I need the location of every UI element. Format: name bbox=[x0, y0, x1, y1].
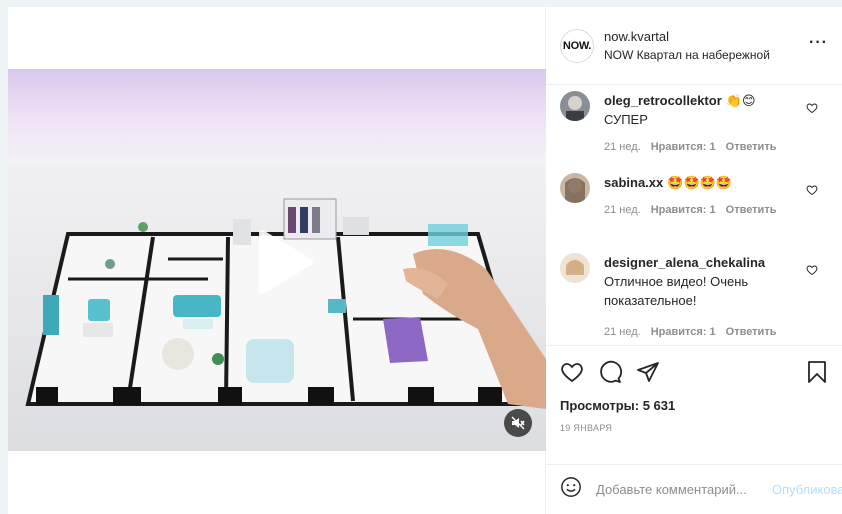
emoji-button[interactable] bbox=[560, 476, 582, 503]
account-avatar-logo: NOW. bbox=[562, 39, 592, 52]
avatar-photo bbox=[560, 253, 590, 283]
post-frame: NOW. now.kvartal NOW Квартал на набережн… bbox=[8, 7, 842, 514]
comment-body: sabina.xx 🤩🤩🤩🤩 21 нед. Нравится: 1 Ответить bbox=[604, 173, 794, 216]
account-info: now.kvartal NOW Квартал на набережной bbox=[604, 29, 809, 62]
share-button[interactable] bbox=[636, 360, 660, 389]
avatar-photo bbox=[560, 173, 590, 203]
comment-like-button[interactable] bbox=[806, 101, 818, 119]
comment-line: oleg_retrocollektor 👏😊СУПЕР bbox=[604, 91, 794, 129]
comment-item: designer_alena_chekalina Отличное видео! … bbox=[560, 253, 832, 338]
mute-toggle-button[interactable] bbox=[504, 409, 532, 437]
views-count[interactable]: Просмотры: 5 631 bbox=[560, 398, 828, 413]
comments-list[interactable]: oleg_retrocollektor 👏😊СУПЕР 21 нед. Нравит… bbox=[546, 85, 842, 343]
comment-age[interactable]: 21 нед. bbox=[604, 204, 641, 216]
play-button[interactable] bbox=[254, 227, 316, 297]
post-location-link[interactable]: NOW Квартал на набережной bbox=[604, 48, 809, 62]
comment-reply-button[interactable]: Ответить bbox=[726, 141, 777, 153]
smiley-icon bbox=[561, 477, 581, 497]
action-icons-row bbox=[560, 360, 828, 388]
post-header: NOW. now.kvartal NOW Квартал на набережн… bbox=[546, 7, 842, 85]
comment-item: oleg_retrocollektor 👏😊СУПЕР 21 нед. Нравит… bbox=[560, 91, 832, 153]
comment-meta: 21 нед. Нравится: 1 Ответить bbox=[604, 204, 794, 216]
like-button[interactable] bbox=[560, 360, 584, 389]
media-panel bbox=[8, 7, 546, 514]
comment-username-link[interactable]: sabina.xx bbox=[604, 175, 663, 190]
comment-avatar[interactable] bbox=[560, 253, 590, 283]
comment-reply-button[interactable]: Ответить bbox=[726, 204, 777, 216]
publish-button[interactable]: Опубликовать bbox=[772, 482, 842, 497]
bookmark-icon bbox=[808, 360, 826, 383]
comment-age[interactable]: 21 нед. bbox=[604, 326, 641, 338]
comment-like-button[interactable] bbox=[806, 263, 818, 281]
comment-input[interactable] bbox=[596, 482, 772, 497]
comment-item: sabina.xx 🤩🤩🤩🤩 21 нед. Нравится: 1 Ответить bbox=[560, 173, 832, 216]
comment-text: Отличное видео! Очень показательное! bbox=[604, 274, 749, 308]
comment-meta: 21 нед. Нравится: 1 Ответить bbox=[604, 326, 794, 338]
heart-icon bbox=[806, 103, 818, 114]
comment-line: designer_alena_chekalina Отличное видео! … bbox=[604, 253, 794, 310]
comment-body: designer_alena_chekalina Отличное видео! … bbox=[604, 253, 794, 338]
comment-like-button[interactable] bbox=[806, 183, 818, 201]
comment-likes-button[interactable]: Нравится: 1 bbox=[651, 326, 716, 338]
play-icon bbox=[259, 230, 313, 294]
comment-reply-button[interactable]: Ответить bbox=[726, 326, 777, 338]
comment-age[interactable]: 21 нед. bbox=[604, 141, 641, 153]
heart-icon bbox=[806, 265, 818, 276]
paper-plane-icon bbox=[637, 361, 659, 382]
comment-body: oleg_retrocollektor 👏😊СУПЕР 21 нед. Нравит… bbox=[604, 91, 794, 153]
comment-username-link[interactable]: oleg_retrocollektor bbox=[604, 93, 722, 108]
comment-bubble-icon bbox=[600, 360, 622, 383]
comment-button[interactable] bbox=[598, 360, 622, 389]
comment-avatar[interactable] bbox=[560, 173, 590, 203]
more-icon: ··· bbox=[809, 33, 828, 51]
comment-avatar[interactable] bbox=[560, 91, 590, 121]
comment-line: sabina.xx 🤩🤩🤩🤩 bbox=[604, 173, 794, 192]
heart-icon bbox=[561, 362, 583, 382]
comment-likes-button[interactable]: Нравится: 1 bbox=[651, 204, 716, 216]
video-player[interactable] bbox=[8, 69, 546, 451]
heart-icon bbox=[806, 185, 818, 196]
post-actions: Просмотры: 5 631 19 ЯНВАРЯ bbox=[546, 345, 842, 433]
post-date[interactable]: 19 ЯНВАРЯ bbox=[560, 423, 828, 433]
comment-meta: 21 нед. Нравится: 1 Ответить bbox=[604, 141, 794, 153]
add-comment-bar: Опубликовать bbox=[546, 464, 842, 514]
comment-username-link[interactable]: designer_alena_chekalina bbox=[604, 255, 765, 270]
account-avatar[interactable]: NOW. bbox=[560, 28, 594, 63]
speaker-muted-icon bbox=[511, 416, 525, 430]
account-username-link[interactable]: now.kvartal bbox=[604, 29, 809, 44]
comment-likes-button[interactable]: Нравится: 1 bbox=[651, 141, 716, 153]
post-side-panel: NOW. now.kvartal NOW Квартал на набережн… bbox=[546, 7, 842, 514]
comment-text: 🤩🤩🤩🤩 bbox=[667, 175, 733, 190]
avatar-photo bbox=[560, 91, 590, 121]
more-options-button[interactable]: ··· bbox=[809, 34, 828, 58]
save-button[interactable] bbox=[806, 360, 828, 389]
